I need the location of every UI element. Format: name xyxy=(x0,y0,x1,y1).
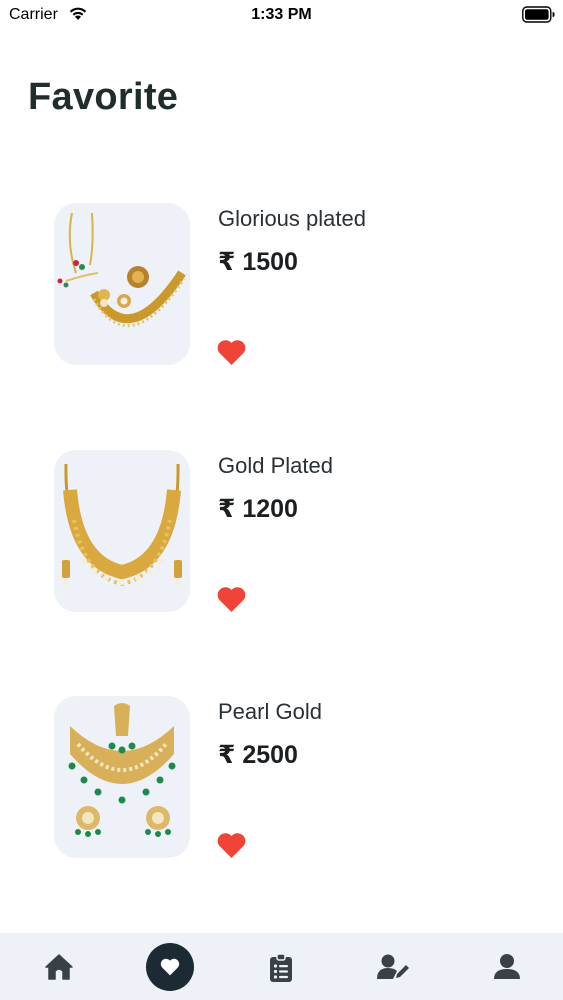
user-icon xyxy=(494,954,520,979)
product-price: ₹ 1200 xyxy=(218,495,298,523)
favorite-item[interactable]: Gold Plated ₹ 1200 xyxy=(0,450,563,620)
product-name[interactable]: Glorious plated xyxy=(218,206,366,232)
product-image[interactable] xyxy=(54,696,190,858)
status-time: 1:33 PM xyxy=(251,6,312,23)
product-price: ₹ 1500 xyxy=(218,248,298,276)
product-name[interactable]: Gold Plated xyxy=(218,453,333,479)
page-title: Favorite xyxy=(28,76,179,118)
heart-icon[interactable] xyxy=(217,832,246,859)
product-image[interactable] xyxy=(54,450,190,612)
product-name[interactable]: Pearl Gold xyxy=(218,699,322,725)
nav-edit-profile[interactable] xyxy=(360,933,420,1000)
home-icon xyxy=(45,954,73,980)
product-price: ₹ 2500 xyxy=(218,741,298,769)
heart-icon[interactable] xyxy=(217,339,246,366)
favorite-item[interactable]: Glorious plated ₹ 1500 xyxy=(0,203,563,373)
user-edit-icon xyxy=(377,954,409,979)
nav-favorites[interactable] xyxy=(146,943,194,991)
favorite-item[interactable]: Pearl Gold ₹ 2500 xyxy=(0,696,563,866)
clipboard-list-icon xyxy=(270,953,292,982)
heart-icon xyxy=(160,958,180,976)
nav-orders[interactable] xyxy=(250,933,310,1000)
heart-icon[interactable] xyxy=(217,586,246,613)
nav-profile[interactable] xyxy=(476,933,536,1000)
battery-icon xyxy=(522,6,556,28)
bottom-nav xyxy=(0,933,563,1000)
status-bar: Carrier 1:33 PM xyxy=(0,0,563,30)
nav-home[interactable] xyxy=(28,933,88,1000)
product-image[interactable] xyxy=(54,203,190,365)
